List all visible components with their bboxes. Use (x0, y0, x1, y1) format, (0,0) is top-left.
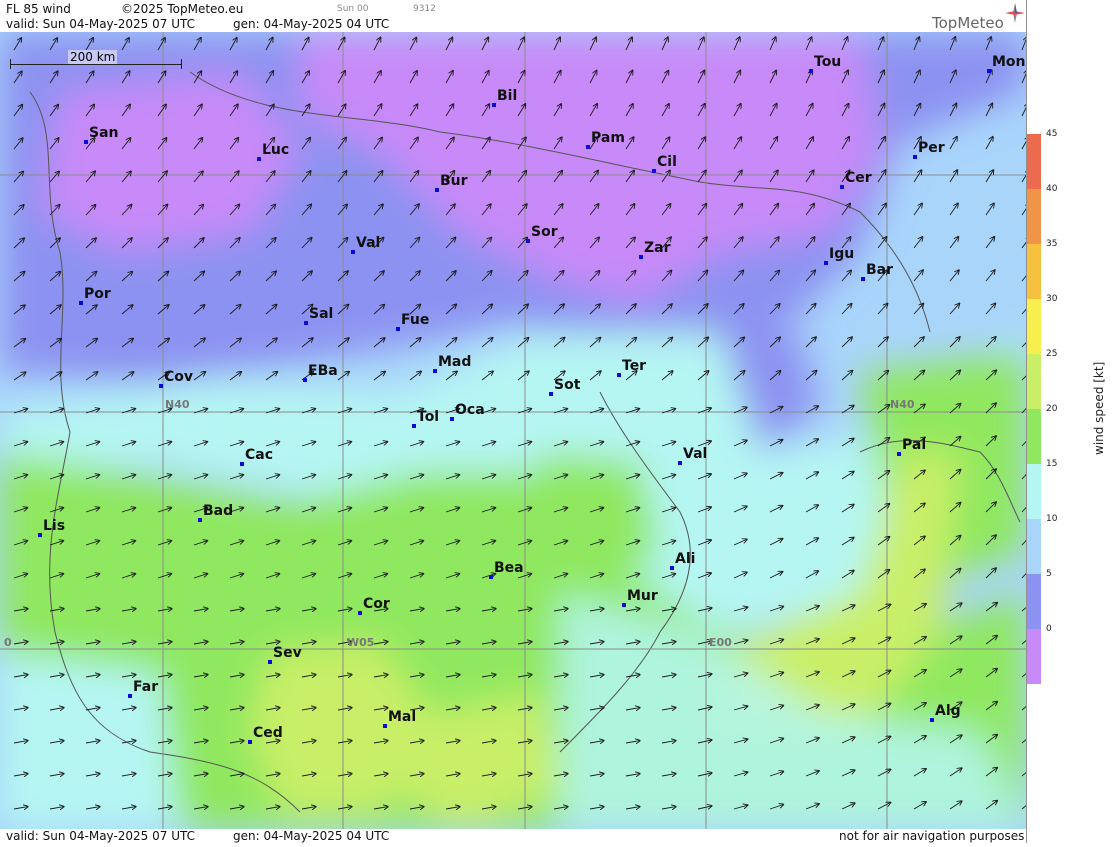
run-code: 9312 (413, 4, 436, 14)
city-label: Alg (935, 703, 961, 719)
footer-valid: valid: Sun 04-May-2025 07 UTC (6, 829, 195, 843)
city-label: Cac (245, 447, 274, 463)
city-label: Bil (497, 88, 518, 104)
legend-tick: 10 (1046, 514, 1058, 524)
city-label: Val (683, 446, 708, 462)
gen-time: gen: 04-May-2025 04 UTC (233, 17, 390, 31)
city-label: Tou (814, 54, 842, 70)
run-label: Sun 00 (337, 4, 369, 14)
legend-color-band (1027, 409, 1041, 464)
city-label: Por (84, 286, 111, 302)
city-label: Pam (591, 130, 625, 146)
valid-time: valid: Sun 04-May-2025 07 UTC (6, 17, 195, 31)
city-label: Mon (992, 54, 1026, 70)
legend-tick: 15 (1046, 459, 1058, 469)
legend-tick: 0 (1046, 624, 1052, 634)
legend-color-band (1027, 299, 1041, 354)
footer-note: not for air navigation purposes (839, 829, 1025, 843)
grid-label-n40-west: N40 (165, 398, 190, 411)
city-label: Sev (273, 645, 302, 661)
legend-color-band (1027, 464, 1041, 519)
city-label: Val (356, 235, 381, 251)
legend-tick: 45 (1046, 129, 1058, 139)
compass-icon (1005, 3, 1025, 23)
topmeteo-logo: TopMeteo (932, 14, 1004, 32)
city-label: Cer (845, 170, 872, 186)
scale-label: 200 km (68, 50, 118, 64)
city-label: Per (918, 140, 945, 156)
city-label: San (89, 125, 119, 141)
legend-color-band (1027, 519, 1041, 574)
logo-text: TopMeteo (932, 14, 1004, 32)
legend-title: wind speed [kt] (1092, 361, 1106, 455)
legend-tick: 20 (1046, 404, 1058, 414)
city-label: Igu (829, 246, 855, 262)
city-label: Cor (363, 596, 390, 612)
legend-tick: 5 (1046, 569, 1052, 579)
city-label: Far (133, 679, 159, 695)
city-label: Sor (531, 224, 558, 240)
city-label: Sot (554, 377, 581, 393)
footer: valid: Sun 04-May-2025 07 UTC gen: 04-Ma… (0, 829, 1117, 843)
wind-map[interactable]: 200 km N40 N40 W05 E00 0 Tou Mon Bil San… (0, 32, 1026, 829)
city-label: Tol (417, 409, 440, 425)
city-label: Ali (675, 551, 696, 567)
scale-bar: 200 km (10, 50, 182, 70)
legend-tick: 35 (1046, 239, 1058, 249)
legend-tick: 30 (1046, 294, 1058, 304)
city-label: EBa (308, 363, 338, 379)
city-label: Bur (440, 173, 468, 189)
grid-label-n40-east: N40 (890, 398, 915, 411)
grid-label-zero: 0 (4, 636, 12, 649)
legend-color-band (1027, 629, 1041, 684)
city-label: Mur (627, 588, 658, 604)
city-label: Ter (622, 358, 647, 374)
city-label: Oca (455, 402, 485, 418)
city-label: Bea (494, 560, 524, 576)
footer-gen: gen: 04-May-2025 04 UTC (233, 829, 390, 843)
city-label: Mal (388, 709, 417, 725)
grid-label-w05: W05 (347, 636, 375, 649)
copyright: ©2025 TopMeteo.eu (121, 2, 244, 16)
city-label: Fue (401, 312, 430, 328)
city-label: Mad (438, 354, 472, 370)
legend-color-band (1027, 189, 1041, 244)
legend-tick: 40 (1046, 184, 1058, 194)
city-label: Lis (43, 518, 66, 534)
city-label: Bar (866, 262, 894, 278)
legend-color-band (1027, 354, 1041, 409)
legend-tick: 25 (1046, 349, 1058, 359)
city-label: Luc (262, 142, 290, 158)
grid-label-e00: E00 (709, 636, 732, 649)
city-label: Bad (203, 503, 234, 519)
city-label: Sal (309, 306, 334, 322)
legend-color-band (1027, 244, 1041, 299)
city-label: Pal (902, 437, 927, 453)
legend-color-band (1027, 134, 1041, 189)
city-label: Ced (253, 725, 283, 741)
city-label: Cov (164, 369, 194, 385)
city-label: Cil (657, 154, 677, 170)
product-title: FL 85 wind (6, 2, 71, 16)
legend-color-band (1027, 574, 1041, 629)
city-label: Zar (644, 240, 671, 256)
